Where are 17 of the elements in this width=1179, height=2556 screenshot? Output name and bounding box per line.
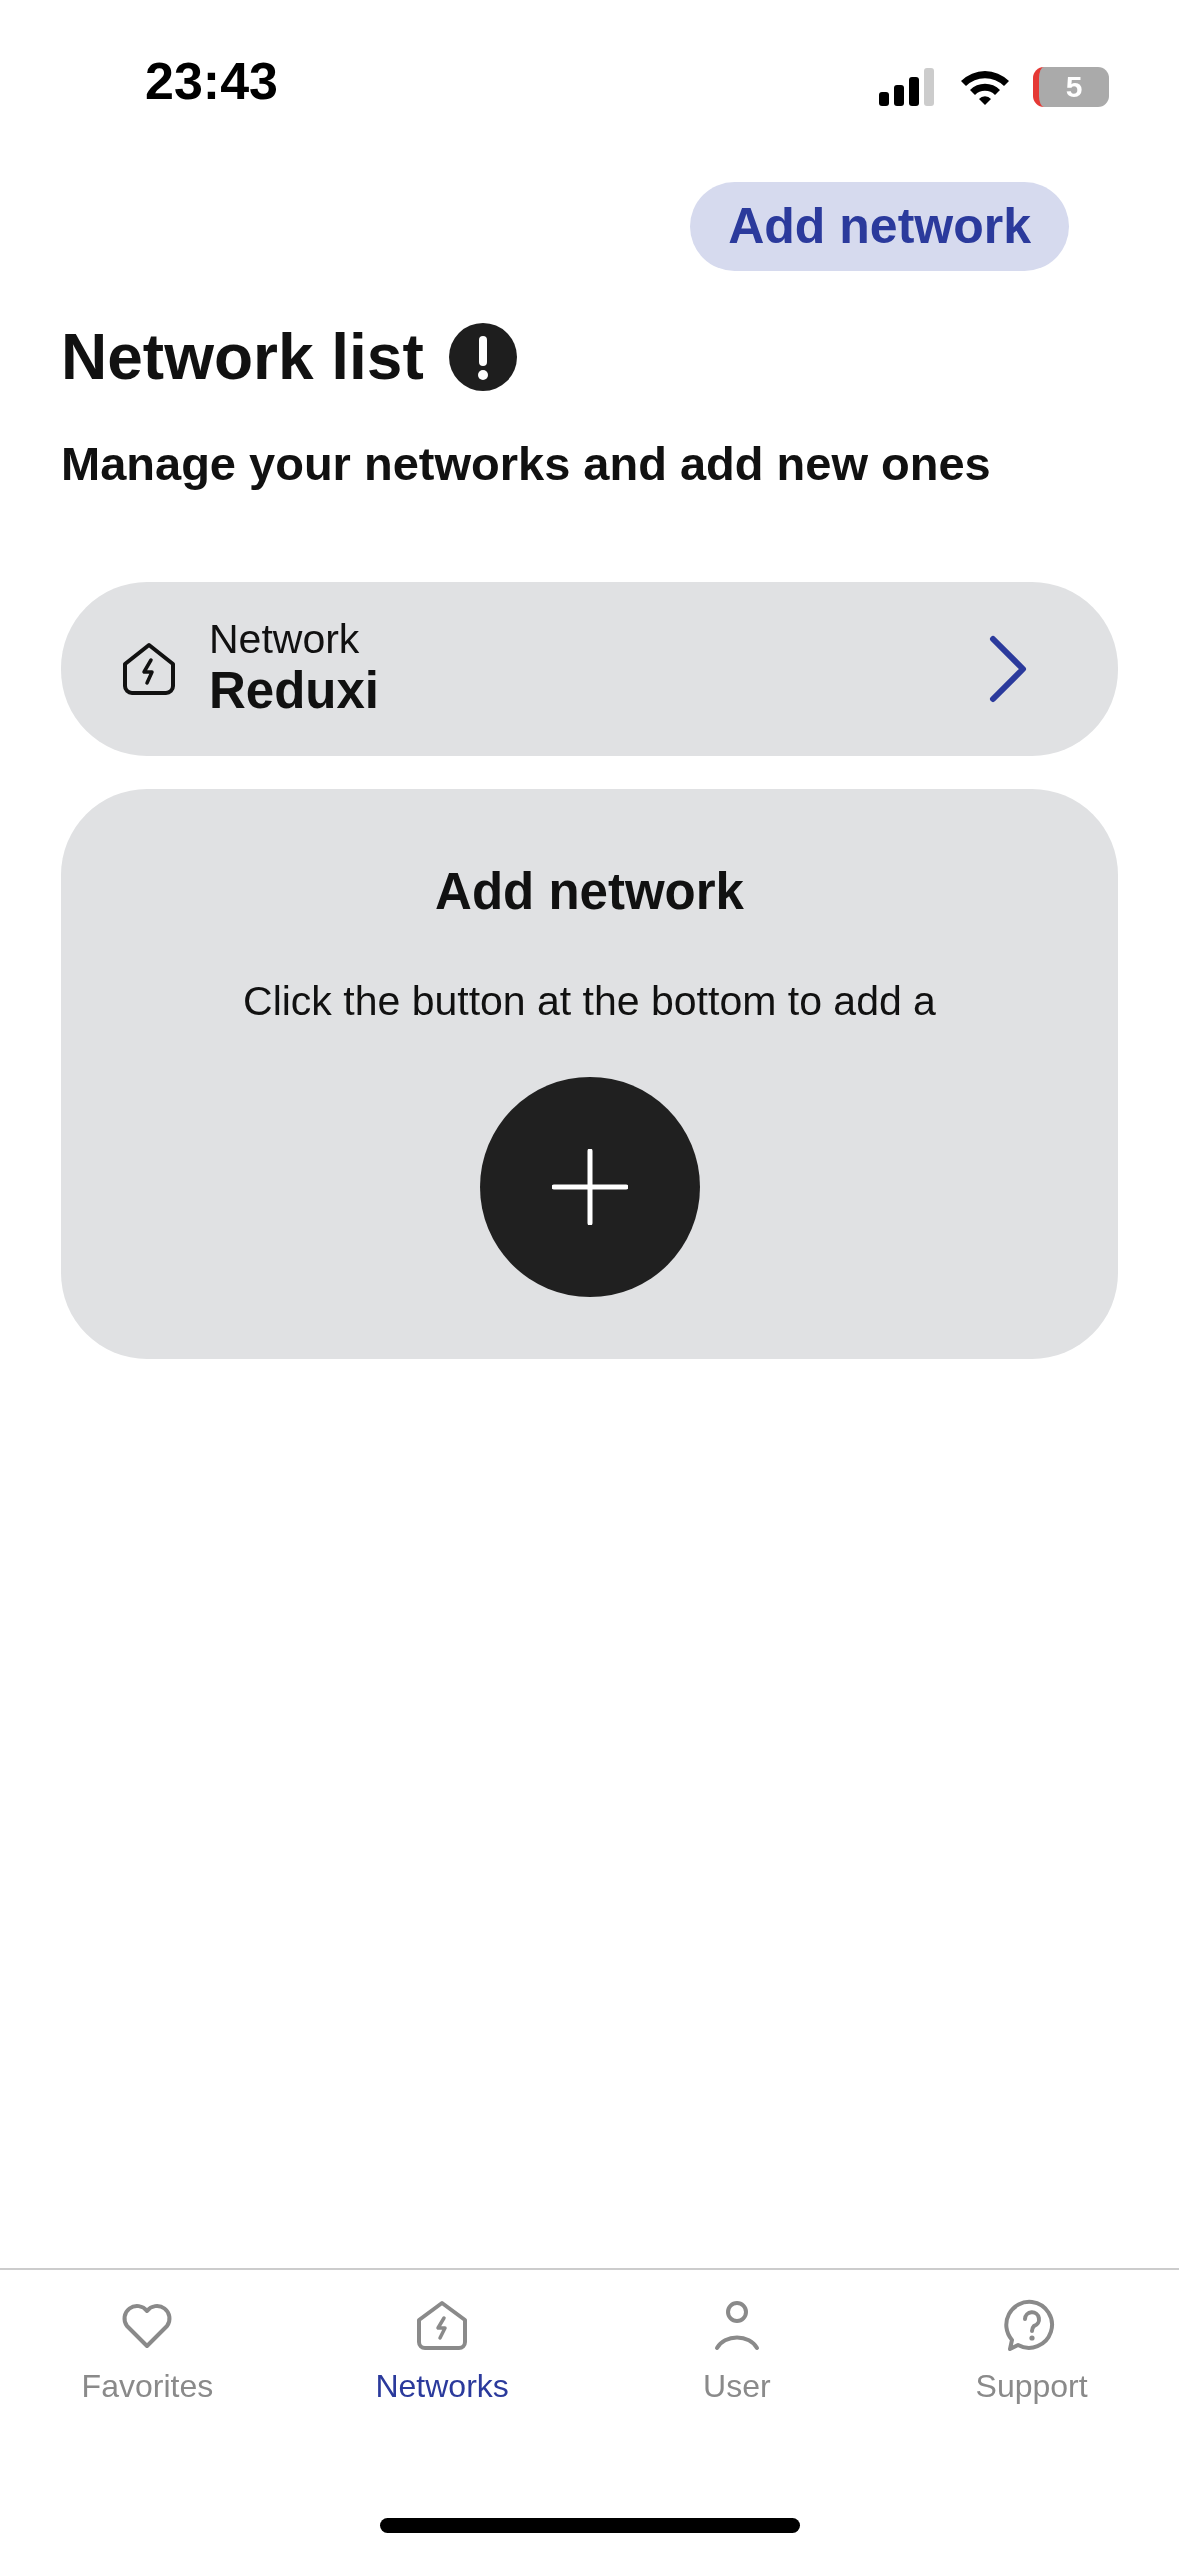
network-name: Reduxi (209, 662, 381, 722)
chevron-right-icon (988, 635, 1028, 704)
wifi-icon (959, 68, 1011, 106)
alert-icon[interactable] (447, 322, 518, 393)
add-network-button[interactable]: Add network (690, 182, 1069, 271)
house-bolt-icon (121, 642, 177, 697)
page-subtitle: Manage your networks and add new ones (60, 435, 992, 492)
network-card[interactable]: Network Reduxi (61, 582, 1118, 757)
card-text: Click the button at the bottom to add a (243, 976, 936, 1026)
status-time: 23:43 (145, 55, 278, 107)
page-title: Network list (61, 320, 424, 395)
card-title: Add network (435, 862, 744, 923)
plus-icon (551, 1149, 628, 1226)
battery-icon: 5 (1033, 67, 1109, 107)
signal-icon (879, 68, 937, 106)
tab-item[interactable]: Networks (294, 2270, 590, 2518)
network-label: Network (209, 617, 361, 663)
